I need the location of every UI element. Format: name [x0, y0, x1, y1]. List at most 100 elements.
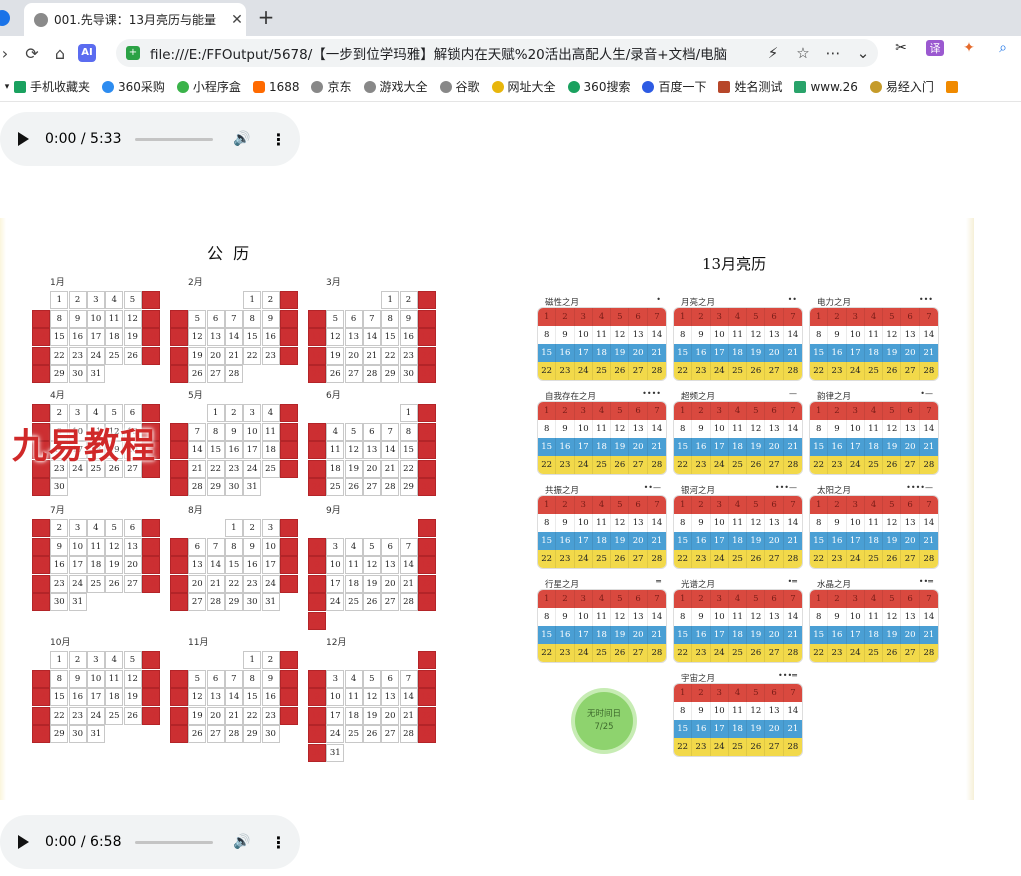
moon-day-cell: 22: [810, 456, 829, 474]
moon-day-cell: 15: [810, 344, 829, 362]
moon-month-grid: 1 2 3 4 5 6 7 8 9 10 11 12 13 14 15 16 17 18 19 20 21 22 23 24 2…: [673, 683, 803, 757]
moon-day-cell: 27: [901, 550, 920, 568]
gregorian-day-cell: 19: [170, 574, 188, 593]
gregorian-day-cell: 17: [279, 328, 298, 347]
moon-day-cell: 2: [828, 590, 847, 608]
bookmark-item[interactable]: 360采购: [102, 78, 165, 95]
more-dots-icon[interactable]: ⋯: [818, 44, 848, 62]
gregorian-day-cell: 6: [206, 669, 225, 688]
gregorian-day-cell: 5: [362, 669, 381, 688]
moon-day-cell: 11: [728, 608, 748, 626]
moon-day-cell: 8: [538, 608, 557, 626]
gregorian-day-cell: 2: [68, 651, 87, 669]
moon-day-cell: 6: [765, 308, 784, 326]
bookmark-item[interactable]: 易经入门: [869, 78, 934, 95]
moon-month-glyph: ═: [656, 577, 661, 586]
bookmark-item[interactable]: 游戏大全: [363, 78, 428, 95]
play-icon[interactable]: [18, 132, 29, 146]
gregorian-day-cell: 13: [123, 537, 142, 556]
moon-day-cell: 10: [710, 514, 729, 532]
bookmark-item[interactable]: 360搜索: [567, 78, 630, 95]
moon-day-cell: 12: [883, 326, 902, 344]
bookmark-menu-icon[interactable]: ▾: [0, 82, 14, 92]
gregorian-title: 公 历: [207, 244, 250, 263]
gregorian-day-cell: 15: [50, 688, 69, 707]
bookmark-item[interactable]: 谷歌: [439, 78, 480, 95]
ai-icon[interactable]: AI: [78, 44, 96, 62]
bookmark-item[interactable]: www.26: [794, 80, 858, 94]
bookmark-item[interactable]: 姓名测试: [718, 78, 782, 95]
moon-day-cell: 6: [765, 496, 784, 514]
gregorian-day-cell: 20: [123, 556, 142, 575]
bookmark-item[interactable]: 手机收藏夹: [14, 78, 90, 95]
moon-day-cell: 13: [765, 420, 784, 438]
moon-day-cell: 14: [919, 514, 938, 532]
gregorian-day-cell: 12: [188, 328, 207, 347]
translate-icon[interactable]: 译: [926, 40, 944, 56]
moon-day-cell: 24: [574, 456, 593, 474]
bookmark-item[interactable]: 1688: [252, 80, 299, 94]
volume-icon[interactable]: 🔊: [233, 834, 250, 850]
url-text[interactable]: file:///E:/FFOutput/5678/【一步到位学玛雅】解锁内在天赋…: [150, 43, 758, 63]
scissors-icon[interactable]: ✂: [884, 40, 918, 56]
gregorian-day-cell: 28: [32, 365, 50, 384]
lightning-icon[interactable]: ⚡: [758, 44, 788, 62]
audio-progress-bar[interactable]: [135, 840, 213, 844]
close-tab-icon[interactable]: ✕: [228, 12, 246, 28]
moon-day-cell: 22: [538, 644, 557, 662]
moon-day-cell: 4: [728, 308, 748, 326]
gregorian-day-cell: 15: [32, 556, 50, 575]
more-vert-icon[interactable]: ⋮: [270, 130, 286, 149]
address-bar[interactable]: + file:///E:/FFOutput/5678/【一步到位学玛雅】解锁内在…: [116, 39, 878, 67]
game-icon[interactable]: ✦: [952, 40, 986, 56]
day-out-of-time-badge: 无时间日 7/25: [575, 692, 633, 750]
gregorian-day-cell: 20: [188, 574, 207, 593]
moon-day-cell: 20: [629, 626, 648, 644]
bookmark-item[interactable]: 网址大全: [491, 78, 556, 95]
gregorian-day-cell: 30: [308, 612, 326, 630]
moon-day-cell: 27: [901, 362, 920, 380]
audio-player-bottom[interactable]: 0:00 / 6:58 🔊 ⋮: [0, 815, 300, 869]
gregorian-day-cell: 25: [279, 574, 298, 593]
gregorian-day-cell: 26: [123, 706, 142, 725]
moon-day-cell: 18: [592, 438, 612, 456]
moon-day-cell: 27: [765, 738, 784, 756]
moon-day-cell: 12: [611, 608, 630, 626]
moon-day-cell: 7: [783, 590, 802, 608]
gregorian-day-cell: 2: [399, 291, 418, 309]
volume-icon[interactable]: 🔊: [233, 131, 250, 147]
play-icon[interactable]: [18, 835, 29, 849]
gregorian-day-cell: 14: [32, 328, 50, 347]
gregorian-day-cell: 4: [105, 651, 124, 669]
gregorian-day-cell: 24: [326, 725, 345, 744]
bookmark-item[interactable]: 小程序盒: [176, 78, 241, 95]
moon-day-cell: 26: [611, 644, 630, 662]
image-edge: [0, 218, 6, 800]
moon-day-cell: 14: [647, 514, 666, 532]
reload-icon[interactable]: ⟳: [18, 44, 46, 63]
audio-player-top[interactable]: 0:00 / 5:33 🔊 ⋮: [0, 112, 300, 166]
gregorian-day-cell: 27: [206, 365, 225, 384]
search-icon[interactable]: ⌕: [986, 40, 1020, 56]
moon-month-glyph: ••••—: [906, 483, 933, 492]
bookmark-item[interactable]: [945, 80, 962, 93]
moon-day-cell: 12: [883, 608, 902, 626]
gregorian-day-cell: 7: [224, 669, 243, 688]
bookmark-item[interactable]: 百度一下: [642, 78, 706, 95]
audio-progress-bar[interactable]: [135, 137, 213, 141]
back-icon[interactable]: ›: [0, 44, 10, 63]
bookmark-item[interactable]: 京东: [311, 78, 352, 95]
new-tab-button[interactable]: +: [256, 5, 276, 29]
chevron-down-icon[interactable]: ⌄: [848, 44, 878, 62]
star-icon[interactable]: ☆: [788, 44, 818, 62]
more-vert-icon[interactable]: ⋮: [270, 833, 286, 852]
gregorian-day-cell: 18: [261, 441, 280, 460]
moon-day-cell: 8: [810, 420, 829, 438]
gregorian-day-cell: 24: [326, 593, 345, 612]
moon-day-cell: 26: [611, 550, 630, 568]
active-tab[interactable]: 001.先导课：13月亮历与能量 ✕: [24, 3, 246, 36]
pinned-tab-icon[interactable]: [0, 10, 10, 26]
moon-day-cell: 26: [883, 362, 902, 380]
gregorian-day-cell: 20: [170, 459, 188, 478]
home-icon[interactable]: ⌂: [46, 44, 74, 63]
